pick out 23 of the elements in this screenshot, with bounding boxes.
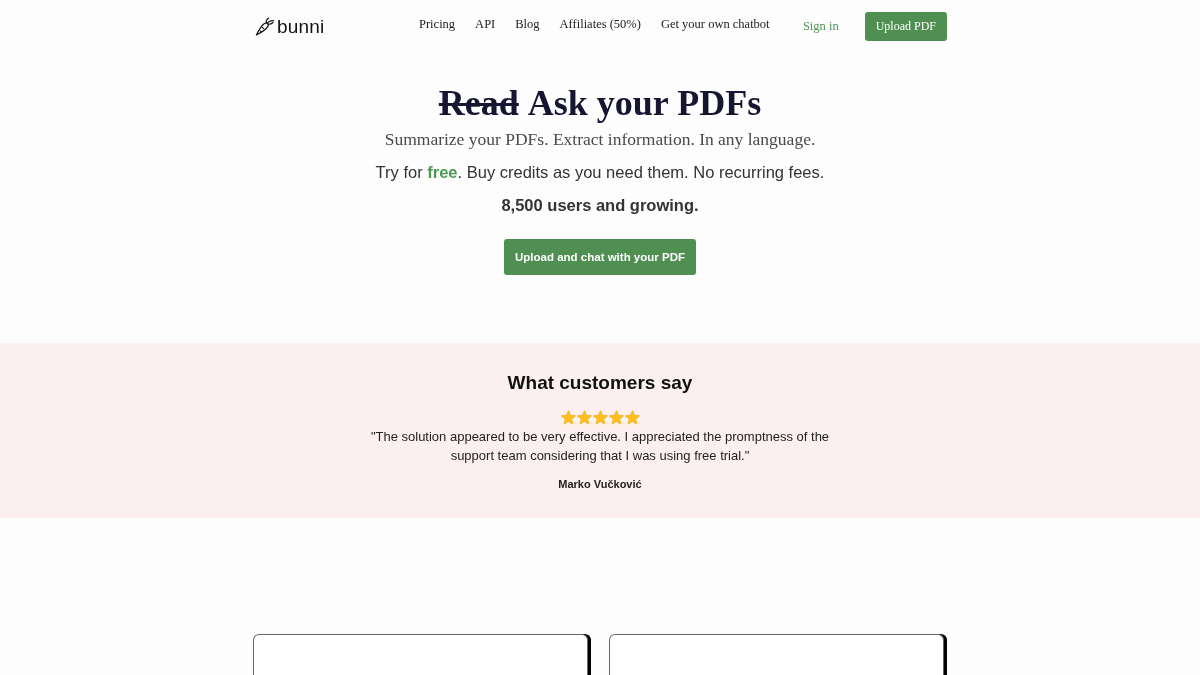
sign-in-link[interactable]: Sign in bbox=[802, 19, 839, 34]
nav-link[interactable]: Blog bbox=[515, 16, 540, 32]
star-icon bbox=[608, 410, 624, 425]
carrot-logo-icon bbox=[255, 17, 274, 36]
upload-chat-button[interactable]: Upload and chat with your PDF bbox=[504, 239, 696, 275]
star-icon bbox=[560, 410, 576, 425]
section-heading: What customers say bbox=[507, 371, 693, 395]
testimonial-author: Marko Vučković bbox=[558, 477, 642, 491]
nav-link[interactable]: Affiliates (50%) bbox=[559, 16, 641, 32]
hero-title: Ask your PDFs bbox=[527, 82, 762, 125]
struck-word: Read bbox=[438, 82, 519, 125]
star-icon bbox=[592, 410, 608, 425]
star-icon bbox=[624, 410, 640, 425]
testimonial-quote: "The solution appeared to be very effective. I appreciated the promptness of the support team considering that I was using free trial." bbox=[369, 428, 831, 465]
nav-link[interactable]: Get your own chatbot bbox=[660, 16, 770, 32]
star-icon bbox=[576, 410, 592, 425]
upload-pdf-button[interactable]: Upload PDF bbox=[864, 12, 947, 41]
nav-link[interactable]: Pricing bbox=[419, 16, 456, 32]
logo-text[interactable]: bunni bbox=[277, 15, 325, 38]
hero-subtitle: Summarize your PDFs. Extract information. In any language. bbox=[384, 128, 816, 151]
nav-link[interactable]: API bbox=[475, 16, 496, 32]
pricing-pitch: Try for free. Buy credits as you need them. No recurring fees. bbox=[375, 162, 825, 183]
user-count-text: 8,500 users and growing. bbox=[501, 195, 699, 216]
